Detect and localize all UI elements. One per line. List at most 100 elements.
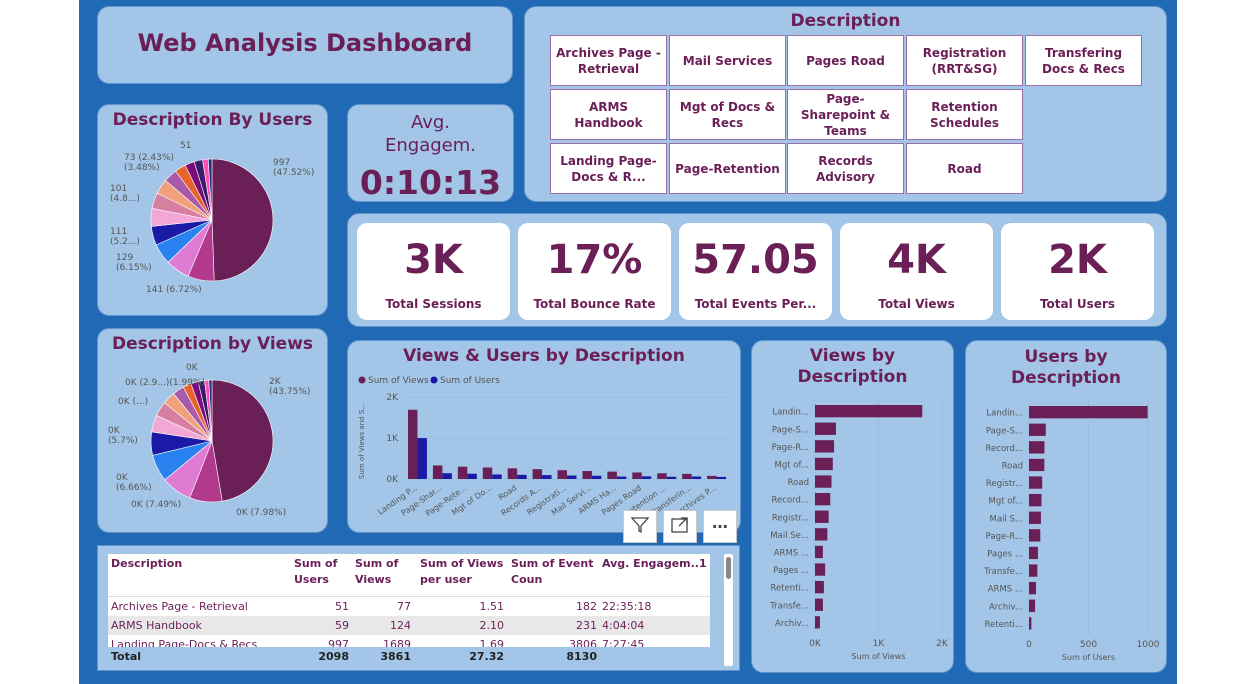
bar xyxy=(1029,494,1042,507)
users-by-description-svg: 0 500 1000 Landin... Page-S... Record... Road R… xyxy=(983,400,1160,662)
category-label: Archiv... xyxy=(775,619,809,629)
slicer-item[interactable]: Pages Road xyxy=(787,35,904,86)
category-label: Road xyxy=(1002,461,1023,471)
column-header[interactable]: Sum of Event Coun xyxy=(511,556,596,596)
table-cell xyxy=(602,647,707,666)
axis-tick-label: 2K xyxy=(936,639,949,649)
kpi-card-sessions[interactable]: 3K Total Sessions xyxy=(357,223,510,320)
kpi-value: 17% xyxy=(546,237,643,283)
category-label: Record... xyxy=(986,444,1023,454)
views-by-description-chart[interactable]: Views by Description 0K 1K 2K Landin... Page… xyxy=(751,340,954,673)
column-header[interactable]: Avg. Engagem..1 xyxy=(602,556,707,596)
scrollbar-thumb[interactable] xyxy=(726,557,731,579)
kpi-card-users[interactable]: 2K Total Users xyxy=(1001,223,1154,320)
slicer-item[interactable]: Records Advisory xyxy=(787,143,904,194)
pie-chart-users[interactable]: Description By Users 997 (47.52%) 141 (6… xyxy=(97,104,328,316)
bar-views xyxy=(707,475,717,479)
pie-label: 0K (5.7%) xyxy=(108,426,138,446)
bar xyxy=(1029,529,1041,542)
bar-views xyxy=(557,470,568,479)
column-header[interactable]: Sum of Views per user xyxy=(420,556,505,596)
table-scrollbar[interactable] xyxy=(724,554,733,666)
legend-marker xyxy=(358,376,366,384)
avg-engagement-card: Avg. Engagem. 0:10:13 xyxy=(347,104,514,202)
bar xyxy=(815,405,923,418)
slicer-item[interactable]: Archives Page - Retrieval xyxy=(550,35,667,86)
bar-users xyxy=(641,476,652,479)
dashboard-canvas: Web Analysis Dashboard Description Archi… xyxy=(79,0,1177,684)
legend-label: Sum of Views xyxy=(368,376,429,386)
bar xyxy=(815,563,826,576)
bar xyxy=(815,598,823,611)
slicer-item[interactable]: Registration (RRT&SG) xyxy=(906,35,1023,86)
slicer-item[interactable]: ARMS Handbook xyxy=(550,89,667,140)
bar xyxy=(815,475,832,488)
kpi-label: Total Users xyxy=(1039,297,1116,311)
kpi-card-events[interactable]: 57.05 Total Events Per... xyxy=(679,223,832,320)
column-header[interactable]: Sum of Users xyxy=(294,556,344,596)
focus-mode-button[interactable] xyxy=(663,510,697,543)
table-row[interactable]: ARMS Handbook 59 124 2.10 231 4:04:04 xyxy=(108,616,710,635)
category-label: Archiv... xyxy=(989,602,1023,612)
kpi-value: 4K xyxy=(887,237,946,283)
more-options-button[interactable]: ⋯ xyxy=(703,510,737,543)
category-label: Retenti... xyxy=(770,584,809,594)
views-users-chart[interactable]: Views & Users by Description Sum of View… xyxy=(347,340,741,533)
slicer-item[interactable]: Mgt of Docs & Recs xyxy=(669,89,786,140)
kpi-value: 2K xyxy=(1048,237,1107,283)
bar-users xyxy=(691,476,702,479)
bar-views xyxy=(632,472,642,479)
slicer-item[interactable]: Page-Sharepoint & Teams xyxy=(787,89,904,140)
bar xyxy=(815,510,829,523)
users-by-description-chart[interactable]: Users by Description 0 500 1000 Landin... Pa… xyxy=(965,340,1167,673)
category-label: Page-R... xyxy=(772,443,809,453)
bar-users xyxy=(616,476,627,479)
table-cell: 7:27:45 xyxy=(602,638,645,647)
category-label: Page-R... xyxy=(986,532,1023,542)
table-cell: 182 xyxy=(576,600,597,613)
axis-tick-label: 1000 xyxy=(1137,640,1160,650)
pie-label: 0K (...) xyxy=(118,397,149,407)
kpi-label: Total Events Per... xyxy=(694,297,817,311)
table-cell: Total xyxy=(111,650,142,663)
bar-users xyxy=(716,476,727,479)
bar xyxy=(815,545,823,559)
views-by-description-svg: 0K 1K 2K Landin... Page-S... Page-R... Mgt of.… xyxy=(769,399,949,661)
bar-users xyxy=(591,475,602,479)
avg-engagement-title: Avg. Engagem. xyxy=(385,112,476,156)
slicer-item[interactable]: Mail Services xyxy=(669,35,786,86)
bar-users xyxy=(666,476,677,479)
kpi-label: Total Sessions xyxy=(385,297,482,311)
bar-users xyxy=(542,475,552,479)
slicer-item[interactable]: Landing Page-Docs & R... xyxy=(550,143,667,194)
table-cell: 3806 xyxy=(569,638,597,647)
pie-label: 129 (6.15%) xyxy=(116,253,152,273)
bar xyxy=(1029,546,1038,560)
table-cell: 3861 xyxy=(380,650,411,663)
table-cell: 1.51 xyxy=(479,600,505,613)
slicer-item[interactable]: Road xyxy=(906,143,1023,194)
slicer-item[interactable]: Retention Schedules xyxy=(906,89,1023,140)
kpi-panel: 3K Total Sessions 17% Total Bounce Rate … xyxy=(347,213,1167,327)
category-label: ARMS ... xyxy=(988,585,1023,595)
table-cell: 1689 xyxy=(383,638,411,647)
table-cell: 4:04:04 xyxy=(602,619,645,632)
avg-engagement-value: 0:10:13 xyxy=(359,163,502,202)
column-header[interactable]: Sum of Views xyxy=(355,556,410,596)
table-row[interactable]: Landing Page-Docs & Recs 997 1689 1.69 3… xyxy=(108,635,710,647)
table-cell: 124 xyxy=(390,619,411,632)
category-label: Registr... xyxy=(772,513,809,523)
category-label: Page-S... xyxy=(772,425,809,435)
table-row[interactable]: Archives Page - Retrieval 51 77 1.51 182… xyxy=(108,597,710,616)
kpi-card-views[interactable]: 4K Total Views xyxy=(840,223,993,320)
category-label: ARMS ... xyxy=(774,548,809,558)
column-header[interactable]: Description xyxy=(111,556,281,596)
pie-chart-views[interactable]: Description by Views 2K (43.75%) 0K (7.9… xyxy=(97,328,328,533)
slicer-item[interactable]: Page-Retention xyxy=(669,143,786,194)
category-label: Transfe... xyxy=(983,567,1023,577)
summary-table[interactable]: Description Sum of Users Sum of Views Su… xyxy=(97,545,740,671)
category-label: Mail Se... xyxy=(770,531,809,541)
kpi-card-bounce-rate[interactable]: 17% Total Bounce Rate xyxy=(518,223,671,320)
filter-button[interactable] xyxy=(623,510,657,543)
slicer-item[interactable]: Transfering Docs & Recs xyxy=(1025,35,1142,86)
